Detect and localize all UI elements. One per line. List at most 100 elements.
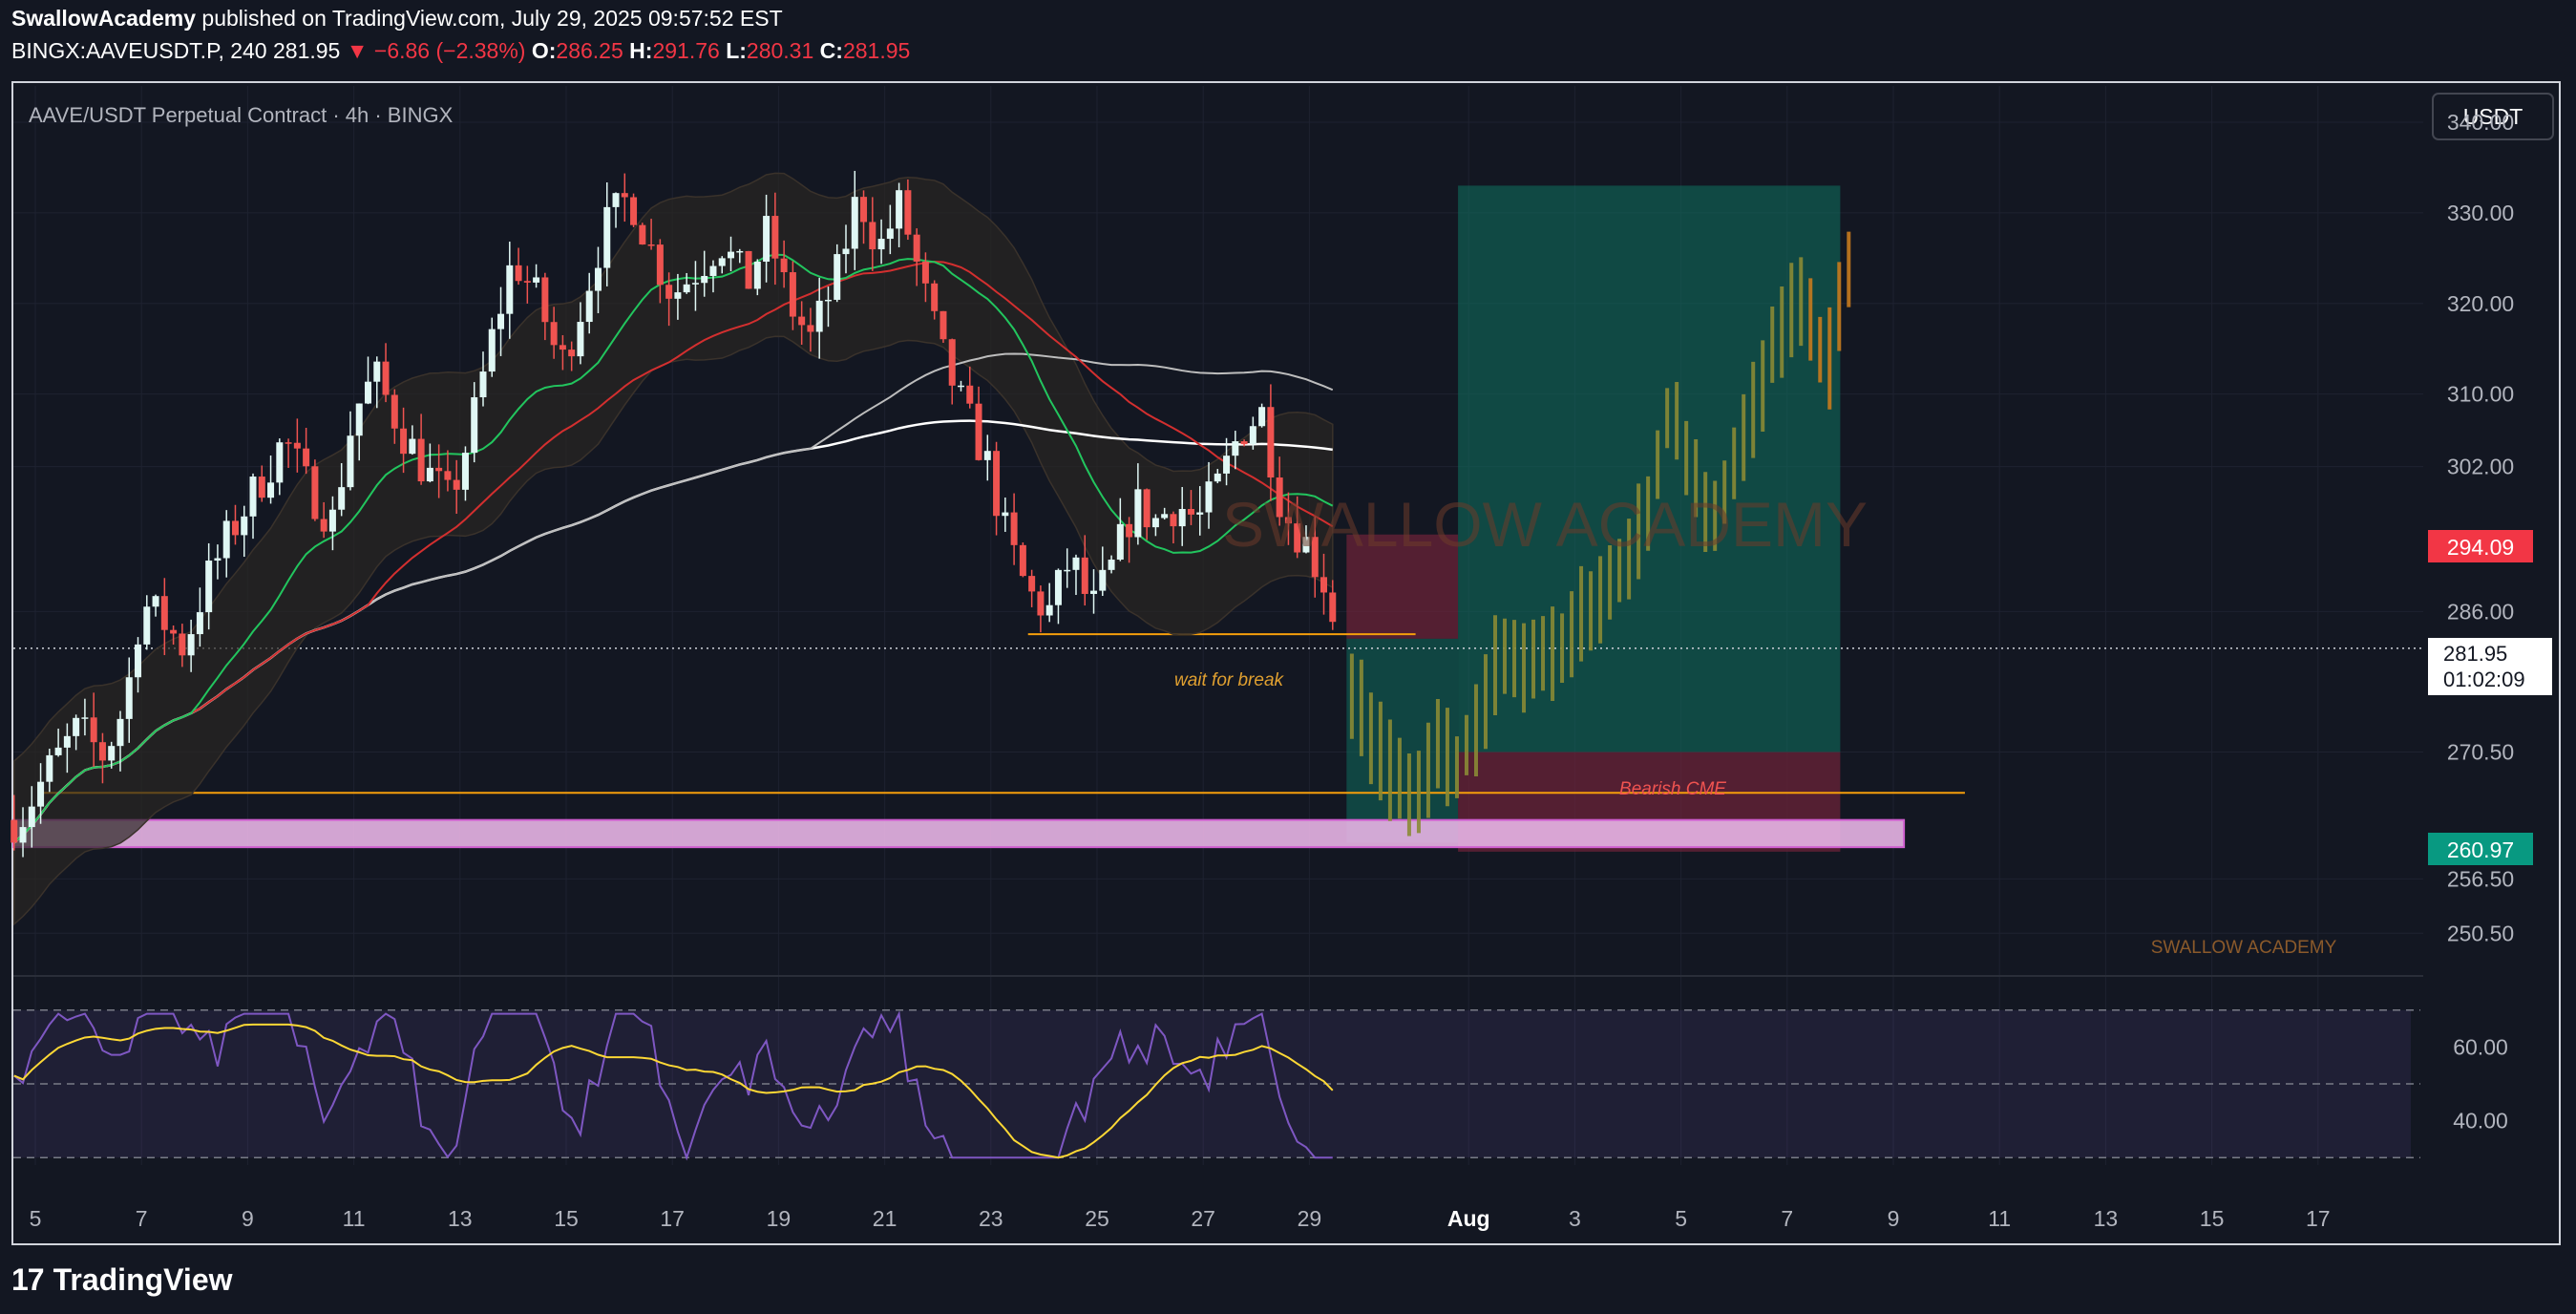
candle-body[interactable] (1002, 512, 1009, 517)
time-tick-label[interactable]: 11 (343, 1206, 366, 1231)
candle-body[interactable] (815, 300, 823, 332)
candle-body[interactable] (1064, 569, 1071, 572)
candle-body[interactable] (187, 634, 195, 656)
candle-body[interactable] (745, 250, 752, 289)
candle-body[interactable] (179, 633, 186, 656)
price-tick-label[interactable]: 340.00 (2447, 110, 2514, 135)
candle-body[interactable] (1143, 489, 1151, 528)
candle-body[interactable] (90, 717, 97, 743)
candle-body[interactable] (1090, 590, 1098, 594)
candle-body[interactable] (108, 746, 116, 761)
candle-body[interactable] (355, 403, 363, 436)
candle-body[interactable] (506, 265, 514, 314)
time-tick-label[interactable]: 15 (554, 1206, 579, 1231)
candle-body[interactable] (46, 754, 53, 782)
tradingview-brand[interactable]: TradingView (53, 1262, 233, 1298)
candle-body[interactable] (471, 397, 478, 454)
price-tick-label[interactable]: 286.00 (2447, 599, 2514, 624)
time-tick-label[interactable]: 21 (873, 1206, 897, 1231)
candle-body[interactable] (612, 193, 620, 207)
candle-body[interactable] (249, 477, 257, 517)
price-chart[interactable]: AAVE/USDT Perpetual Contract · 4h · BING… (0, 0, 2576, 1314)
time-tick-label[interactable]: 13 (2094, 1206, 2119, 1231)
candle-body[interactable] (577, 322, 584, 357)
candle-body[interactable] (338, 487, 346, 510)
candle-body[interactable] (303, 448, 310, 467)
candle-body[interactable] (373, 361, 381, 382)
price-tick-label[interactable]: 270.50 (2447, 740, 2514, 765)
candle-body[interactable] (205, 561, 213, 613)
candle-body[interactable] (860, 197, 868, 223)
candle-body[interactable] (54, 747, 62, 755)
candle-body[interactable] (921, 261, 929, 284)
candle-body[interactable] (1072, 557, 1080, 570)
candle-body[interactable] (11, 819, 18, 843)
candle-body[interactable] (19, 827, 27, 843)
price-tick-label[interactable]: 250.50 (2447, 921, 2514, 945)
candle-body[interactable] (877, 239, 885, 250)
candle-body[interactable] (28, 806, 35, 828)
candle-body[interactable] (728, 251, 735, 259)
candle-body[interactable] (258, 477, 265, 498)
time-tick-label[interactable]: 15 (2200, 1206, 2225, 1231)
candle-body[interactable] (683, 284, 690, 293)
candle-body[interactable] (568, 350, 576, 357)
candle-body[interactable] (1187, 509, 1194, 515)
time-tick-label[interactable]: 27 (1191, 1206, 1215, 1231)
time-tick-label[interactable]: 11 (1988, 1206, 2011, 1231)
time-tick-label[interactable]: Aug (1447, 1206, 1490, 1231)
candle-body[interactable] (834, 254, 841, 300)
candle-body[interactable] (718, 258, 726, 266)
candle-body[interactable] (789, 272, 796, 317)
candle-body[interactable] (116, 718, 124, 747)
candle-body[interactable] (365, 381, 372, 404)
candle-body[interactable] (541, 277, 549, 323)
candle-body[interactable] (1116, 523, 1124, 560)
candle-body[interactable] (1010, 512, 1018, 545)
price-tick-label[interactable]: 320.00 (2447, 291, 2514, 316)
candle-body[interactable] (559, 345, 566, 350)
time-tick-label[interactable]: 23 (979, 1206, 1003, 1231)
candle-body[interactable] (904, 190, 912, 235)
candle-body[interactable] (497, 313, 505, 329)
time-tick-label[interactable]: 7 (136, 1206, 148, 1231)
candle-body[interactable] (241, 516, 248, 536)
candle-body[interactable] (320, 519, 327, 532)
time-tick-label[interactable]: 9 (1888, 1206, 1900, 1231)
candle-body[interactable] (453, 479, 460, 490)
candle-body[interactable] (807, 325, 814, 332)
candle-body[interactable] (1329, 592, 1337, 623)
candle-body[interactable] (311, 466, 319, 519)
time-tick-label[interactable]: 3 (1569, 1206, 1581, 1231)
time-tick-label[interactable]: 17 (660, 1206, 685, 1231)
candle-body[interactable] (1170, 514, 1177, 527)
time-tick-label[interactable]: 13 (448, 1206, 473, 1231)
candle-body[interactable] (656, 244, 664, 286)
candle-body[interactable] (391, 394, 398, 429)
candle-body[interactable] (328, 509, 336, 532)
candle-body[interactable] (647, 244, 655, 246)
candle-body[interactable] (780, 258, 788, 273)
candle-body[interactable] (665, 285, 673, 299)
candle-body[interactable] (1232, 441, 1239, 456)
candle-body[interactable] (37, 781, 45, 807)
price-tick-label[interactable]: 310.00 (2447, 382, 2514, 407)
candle-body[interactable] (585, 290, 593, 323)
candle-body[interactable] (293, 442, 301, 449)
candle-body[interactable] (691, 283, 699, 285)
time-tick-label[interactable]: 17 (2306, 1206, 2331, 1231)
candle-body[interactable] (196, 612, 203, 635)
candle-body[interactable] (851, 197, 858, 249)
candle-body[interactable] (98, 742, 106, 761)
candle-body[interactable] (63, 735, 71, 748)
time-tick-label[interactable]: 9 (242, 1206, 254, 1231)
time-tick-label[interactable]: 5 (1675, 1206, 1687, 1231)
candle-body[interactable] (1267, 407, 1275, 478)
candle-body[interactable] (435, 467, 443, 472)
candle-body[interactable] (285, 442, 292, 444)
candle-body[interactable] (1099, 569, 1107, 591)
candle-body[interactable] (1151, 518, 1159, 528)
candle-body[interactable] (409, 438, 416, 455)
candle-body[interactable] (1045, 604, 1053, 616)
candle-body[interactable] (426, 467, 433, 482)
